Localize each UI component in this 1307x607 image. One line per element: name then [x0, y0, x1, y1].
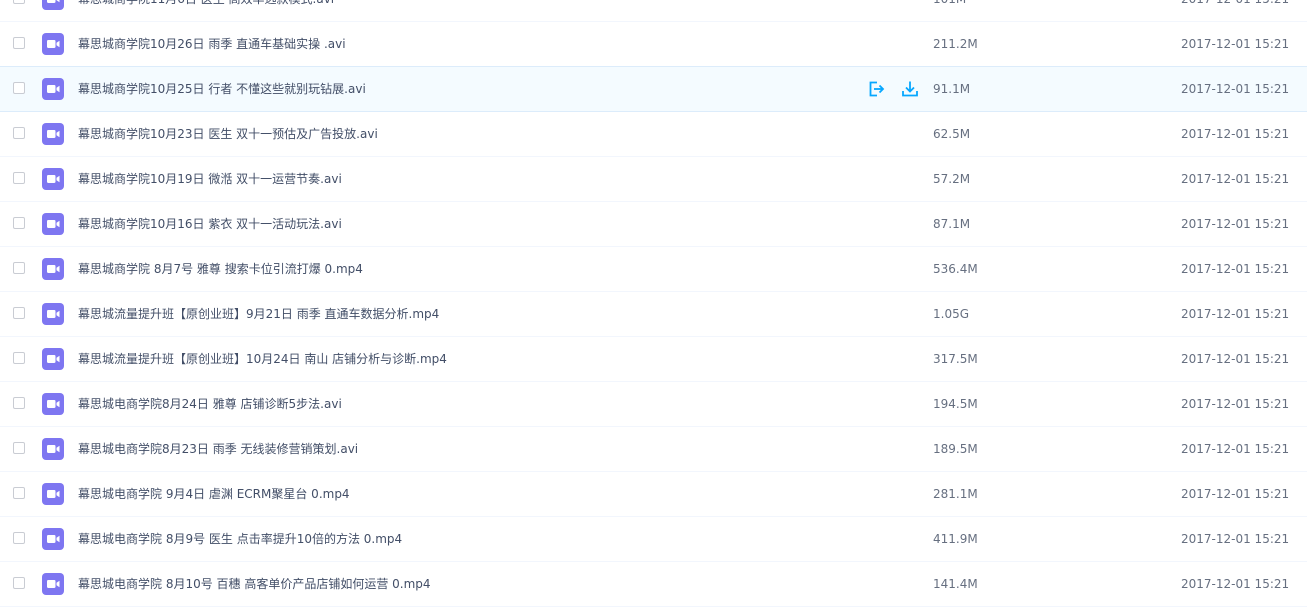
file-row[interactable]: 幕思城电商学院8月24日 雅尊 店铺诊断5步法.avi 194.5M 2017-… — [0, 382, 1307, 427]
row-checkbox[interactable] — [13, 487, 25, 499]
file-name[interactable]: 幕思城商学院10月16日 紫衣 双十一活动玩法.avi — [78, 202, 342, 246]
file-list: 幕思城商学院11月6日 医生 高效率选款模式.avi 101M 2017-12-… — [0, 0, 1307, 607]
file-date: 2017-12-01 15:21 — [1181, 577, 1290, 591]
row-checkbox[interactable] — [13, 397, 25, 409]
file-row[interactable]: 幕思城商学院10月19日 微湉 双十一运营节奏.avi 57.2M 2017-1… — [0, 157, 1307, 202]
video-icon — [42, 393, 64, 415]
file-size: 141.4M — [933, 577, 978, 591]
file-date: 2017-12-01 15:21 — [1181, 127, 1290, 141]
file-name[interactable]: 幕思城电商学院 9月4日 虐渊 ECRM聚星台 0.mp4 — [78, 472, 350, 516]
file-size: 91.1M — [933, 82, 971, 96]
file-name[interactable]: 幕思城电商学院 8月9号 医生 点击率提升10倍的方法 0.mp4 — [78, 517, 402, 561]
file-name[interactable]: 幕思城商学院10月23日 医生 双十一预估及广告投放.avi — [78, 112, 378, 156]
file-size: 281.1M — [933, 487, 978, 501]
file-name[interactable]: 幕思城商学院10月26日 雨季 直通车基础实操 .avi — [78, 22, 346, 66]
video-icon — [42, 303, 64, 325]
file-size: 194.5M — [933, 397, 978, 411]
file-size: 62.5M — [933, 127, 971, 141]
row-checkbox[interactable] — [13, 82, 25, 94]
share-out-icon[interactable] — [866, 79, 886, 99]
file-row[interactable]: 幕思城商学院10月16日 紫衣 双十一活动玩法.avi 87.1M 2017-1… — [0, 202, 1307, 247]
file-name[interactable]: 幕思城商学院10月25日 行者 不懂这些就别玩钻展.avi — [78, 67, 366, 111]
file-row[interactable]: 幕思城电商学院 9月4日 虐渊 ECRM聚星台 0.mp4 281.1M 201… — [0, 472, 1307, 517]
file-row[interactable]: 幕思城流量提升班【原创业班】9月21日 雨季 直通车数据分析.mp4 1.05G… — [0, 292, 1307, 337]
file-row[interactable]: 幕思城商学院10月23日 医生 双十一预估及广告投放.avi 62.5M 201… — [0, 112, 1307, 157]
row-checkbox[interactable] — [13, 37, 25, 49]
file-row[interactable]: 幕思城流量提升班【原创业班】10月24日 南山 店铺分析与诊断.mp4 317.… — [0, 337, 1307, 382]
video-icon — [42, 438, 64, 460]
video-icon — [42, 168, 64, 190]
row-checkbox[interactable] — [13, 217, 25, 229]
file-name[interactable]: 幕思城商学院 8月7号 雅尊 搜索卡位引流打爆 0.mp4 — [78, 247, 363, 291]
file-size: 87.1M — [933, 217, 971, 231]
file-row[interactable]: 幕思城电商学院8月23日 雨季 无线装修营销策划.avi 189.5M 2017… — [0, 427, 1307, 472]
video-icon — [42, 213, 64, 235]
video-icon — [42, 33, 64, 55]
file-size: 57.2M — [933, 172, 971, 186]
video-icon — [42, 123, 64, 145]
file-date: 2017-12-01 15:21 — [1181, 262, 1290, 276]
video-icon — [42, 573, 64, 595]
row-checkbox[interactable] — [13, 352, 25, 364]
video-icon — [42, 78, 64, 100]
row-checkbox[interactable] — [13, 577, 25, 589]
file-date: 2017-12-01 15:21 — [1181, 37, 1290, 51]
file-row-hovered[interactable]: 幕思城商学院10月25日 行者 不懂这些就别玩钻展.avi 91.1M 2017… — [0, 66, 1307, 112]
file-date: 2017-12-01 15:21 — [1181, 442, 1290, 456]
file-size: 317.5M — [933, 352, 978, 366]
row-checkbox[interactable] — [13, 172, 25, 184]
row-checkbox[interactable] — [13, 307, 25, 319]
video-icon — [42, 348, 64, 370]
file-date: 2017-12-01 15:21 — [1181, 487, 1290, 501]
video-icon — [42, 483, 64, 505]
file-date: 2017-12-01 15:21 — [1181, 532, 1290, 546]
file-size: 411.9M — [933, 532, 978, 546]
file-name[interactable]: 幕思城流量提升班【原创业班】9月21日 雨季 直通车数据分析.mp4 — [78, 292, 439, 336]
row-checkbox[interactable] — [13, 127, 25, 139]
download-icon[interactable] — [900, 79, 920, 99]
file-row[interactable]: 幕思城电商学院 8月9号 医生 点击率提升10倍的方法 0.mp4 411.9M… — [0, 517, 1307, 562]
row-checkbox[interactable] — [13, 532, 25, 544]
video-icon — [42, 0, 64, 10]
file-name[interactable]: 幕思城电商学院8月24日 雅尊 店铺诊断5步法.avi — [78, 382, 342, 426]
row-checkbox[interactable] — [13, 442, 25, 454]
file-name[interactable]: 幕思城电商学院 8月10号 百穗 高客单价产品店铺如何运营 0.mp4 — [78, 562, 431, 606]
file-date: 2017-12-01 15:21 — [1181, 307, 1290, 321]
video-icon — [42, 528, 64, 550]
file-date: 2017-12-01 15:21 — [1181, 217, 1290, 231]
file-row[interactable]: 幕思城商学院10月26日 雨季 直通车基础实操 .avi 211.2M 2017… — [0, 22, 1307, 67]
file-size: 536.4M — [933, 262, 978, 276]
file-size: 101M — [933, 0, 966, 21]
file-name[interactable]: 幕思城商学院11月6日 医生 高效率选款模式.avi — [78, 0, 334, 21]
file-name[interactable]: 幕思城流量提升班【原创业班】10月24日 南山 店铺分析与诊断.mp4 — [78, 337, 447, 381]
file-size: 1.05G — [933, 307, 970, 321]
file-date: 2017-12-01 15:21 — [1181, 82, 1290, 96]
file-row[interactable]: 幕思城商学院 8月7号 雅尊 搜索卡位引流打爆 0.mp4 536.4M 201… — [0, 247, 1307, 292]
video-icon — [42, 258, 64, 280]
file-name[interactable]: 幕思城电商学院8月23日 雨季 无线装修营销策划.avi — [78, 427, 358, 471]
file-date: 2017-12-01 15:21 — [1181, 397, 1290, 411]
file-date: 2017-12-01 15:21 — [1181, 0, 1289, 21]
file-date: 2017-12-01 15:21 — [1181, 172, 1290, 186]
row-checkbox[interactable] — [13, 0, 25, 4]
file-size: 189.5M — [933, 442, 978, 456]
file-name[interactable]: 幕思城商学院10月19日 微湉 双十一运营节奏.avi — [78, 157, 342, 201]
file-date: 2017-12-01 15:21 — [1181, 352, 1290, 366]
file-row[interactable]: 幕思城商学院11月6日 医生 高效率选款模式.avi 101M 2017-12-… — [0, 0, 1307, 22]
file-size: 211.2M — [933, 37, 978, 51]
row-checkbox[interactable] — [13, 262, 25, 274]
file-row[interactable]: 幕思城电商学院 8月10号 百穗 高客单价产品店铺如何运营 0.mp4 141.… — [0, 562, 1307, 607]
